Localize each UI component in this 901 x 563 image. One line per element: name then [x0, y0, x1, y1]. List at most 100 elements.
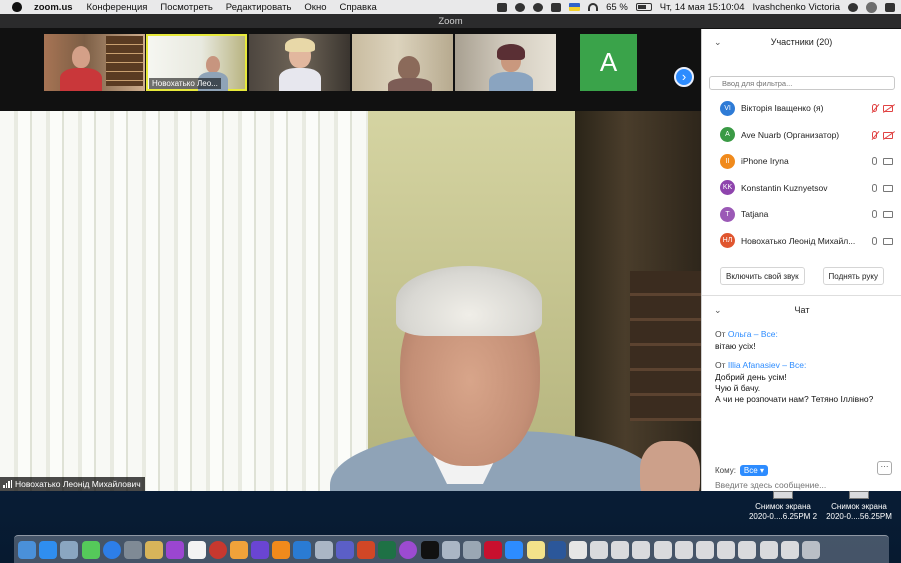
- video-thumb-2-active[interactable]: Новохатько Лео...: [146, 34, 247, 91]
- menu-clock[interactable]: Чт, 14 мая 15:10:04: [660, 2, 745, 13]
- recipient-select[interactable]: Все ▾: [739, 465, 768, 476]
- script-icon[interactable]: [462, 540, 481, 559]
- microphone-icon[interactable]: [872, 157, 877, 165]
- video-thumb-5[interactable]: [455, 34, 556, 91]
- menu-help[interactable]: Справка: [339, 2, 376, 13]
- search-icon[interactable]: [848, 2, 858, 12]
- apple-tv-icon[interactable]: [420, 540, 439, 559]
- bluetooth-icon[interactable]: [551, 2, 562, 12]
- chat-header[interactable]: ⌄ Чат: [702, 297, 901, 323]
- microphone-icon[interactable]: [872, 236, 877, 245]
- participant-row[interactable]: A Ave Nuarb (Организатор): [702, 122, 901, 149]
- participant-filter-input[interactable]: [709, 76, 895, 90]
- participant-row[interactable]: T Tatjana: [702, 201, 901, 228]
- panel-divider: [702, 295, 901, 296]
- menu-window[interactable]: Окно: [304, 2, 326, 13]
- microphone-muted-icon[interactable]: [872, 130, 877, 139]
- unmute-button[interactable]: Включить свой звук: [720, 267, 805, 285]
- recipient-value: Все: [743, 466, 758, 475]
- books-icon[interactable]: [272, 540, 291, 559]
- stack-icon-5[interactable]: [674, 540, 693, 559]
- active-speaker-video[interactable]: Новохатько Леонід Михайлович: [0, 111, 701, 491]
- photo-booth-icon[interactable]: [208, 540, 227, 559]
- system-preferences-icon[interactable]: [123, 540, 142, 559]
- teams-icon[interactable]: [335, 540, 354, 559]
- participant-row[interactable]: НЛ Новохатько Леонід Михайл...: [702, 228, 901, 255]
- stack-icon-8[interactable]: [738, 540, 757, 559]
- preview-icon[interactable]: [60, 540, 79, 559]
- microphone-muted-icon[interactable]: [872, 104, 877, 112]
- camera-icon[interactable]: [883, 211, 893, 218]
- camera-icon[interactable]: [883, 158, 893, 165]
- word-icon[interactable]: [547, 540, 566, 559]
- participants-header[interactable]: ⌄ Участники (20): [702, 29, 901, 55]
- more-options-button[interactable]: ···: [877, 461, 892, 475]
- raise-hand-button[interactable]: Поднять руку: [822, 267, 884, 285]
- stack-icon-10[interactable]: [780, 540, 799, 559]
- stack-icon-9[interactable]: [759, 540, 778, 559]
- microphone-icon[interactable]: [872, 183, 877, 192]
- video-thumb-1[interactable]: [44, 34, 145, 91]
- camera-off-icon[interactable]: [883, 105, 893, 112]
- calendar-icon[interactable]: [187, 540, 206, 559]
- stack-icon-1[interactable]: [590, 540, 609, 559]
- zoom-icon[interactable]: [505, 540, 524, 559]
- siri-icon[interactable]: [166, 540, 185, 559]
- chat-message-input[interactable]: [715, 480, 895, 490]
- stack-icon-7[interactable]: [717, 540, 736, 559]
- xcode-icon[interactable]: [293, 540, 312, 559]
- chevron-down-icon[interactable]: ⌄: [714, 297, 722, 323]
- microphone-status-icon[interactable]: [515, 2, 526, 12]
- help-icon-2[interactable]: [441, 540, 460, 559]
- stack-icon-2[interactable]: [611, 540, 630, 559]
- zoom-status-icon[interactable]: [497, 2, 508, 12]
- input-language-flag-icon[interactable]: [569, 3, 581, 11]
- trash-icon[interactable]: [801, 540, 820, 559]
- acrobat-icon[interactable]: [484, 540, 503, 559]
- imovie-icon[interactable]: [251, 540, 270, 559]
- camera-icon[interactable]: [883, 237, 893, 245]
- participant-row[interactable]: KK Konstantin Kuznyetsov: [702, 175, 901, 202]
- desktop-file-2[interactable]: Снимок экрана 2020-0....56.25PM: [822, 491, 896, 522]
- stack-icon-3[interactable]: [632, 540, 651, 559]
- podcasts-icon[interactable]: [399, 540, 418, 559]
- time-machine-icon[interactable]: [533, 2, 544, 12]
- next-page-button[interactable]: ›: [674, 67, 694, 87]
- chat-sender[interactable]: Illia Afanasiev – Все:: [728, 360, 806, 370]
- chevron-down-icon[interactable]: ⌄: [714, 29, 722, 55]
- messages-icon[interactable]: [81, 540, 100, 559]
- notes-icon[interactable]: [145, 540, 164, 559]
- menu-app-name[interactable]: zoom.us: [34, 2, 73, 13]
- appstore-icon[interactable]: [39, 540, 58, 559]
- battery-icon[interactable]: [635, 3, 652, 11]
- microphone-icon[interactable]: [872, 210, 877, 218]
- camera-icon[interactable]: [883, 184, 893, 192]
- camera-off-icon[interactable]: [883, 131, 893, 139]
- menu-view[interactable]: Посмотреть: [160, 2, 212, 13]
- participant-row[interactable]: VI Вікторія Іващенко (я): [702, 95, 901, 122]
- chat-sender[interactable]: Ольга – Все:: [728, 329, 778, 339]
- chat-sender-line: От Illia Afanasiev – Все:: [715, 360, 901, 370]
- siri-icon[interactable]: [866, 1, 877, 13]
- help-icon[interactable]: [314, 540, 333, 559]
- powerpoint-icon[interactable]: [357, 540, 375, 559]
- excel-icon[interactable]: [378, 540, 397, 559]
- safari-icon[interactable]: [102, 540, 121, 559]
- desktop-file-1[interactable]: Снимок экрана 2020-0....6.25PM 2: [746, 491, 820, 522]
- menu-edit[interactable]: Редактировать: [226, 2, 292, 13]
- wifi-icon[interactable]: [588, 3, 599, 11]
- photos-icon[interactable]: [229, 540, 248, 559]
- video-thumb-3[interactable]: [249, 34, 350, 91]
- video-thumb-6-avatar[interactable]: A: [558, 34, 659, 91]
- menu-user[interactable]: Ivashchenko Victoria: [753, 2, 841, 13]
- menu-conference[interactable]: Конференция: [87, 2, 148, 13]
- finder-icon[interactable]: [18, 540, 36, 559]
- stack-icon-4[interactable]: [653, 540, 672, 559]
- control-center-icon[interactable]: [885, 2, 895, 12]
- apple-menu-icon[interactable]: [12, 2, 22, 12]
- participant-row[interactable]: II iPhone Iryna: [702, 148, 901, 175]
- stack-icon-6[interactable]: [696, 540, 714, 559]
- document-icon[interactable]: [568, 540, 587, 559]
- notes-app-icon[interactable]: [526, 540, 545, 559]
- video-thumb-4[interactable]: [352, 34, 453, 91]
